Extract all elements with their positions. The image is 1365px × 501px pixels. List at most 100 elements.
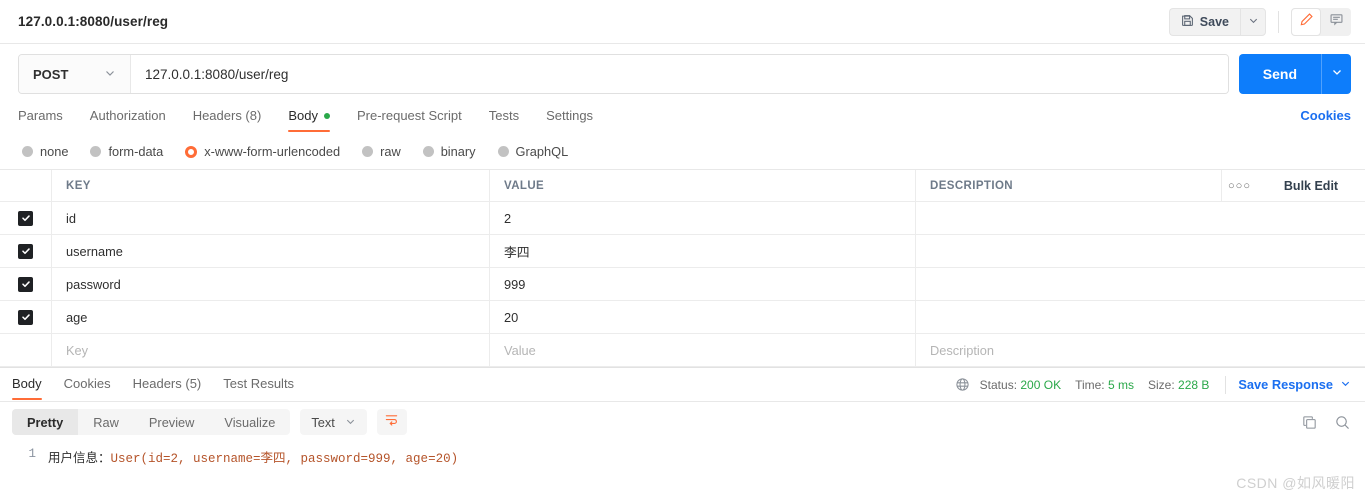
body-type-binary-label: binary: [441, 144, 476, 159]
tab-params[interactable]: Params: [18, 108, 63, 132]
body-type-graphql[interactable]: GraphQL: [498, 144, 569, 159]
tab-body[interactable]: Body: [288, 108, 330, 132]
tab-pre-request-script-label: Pre-request Script: [357, 108, 462, 123]
response-body-line: 用户信息：User(id=2, username=李四, password=99…: [48, 447, 458, 466]
method-url-group: POST 127.0.0.1:8080/user/reg: [18, 54, 1229, 94]
word-wrap-button[interactable]: [377, 409, 407, 435]
response-viewer-toolbar: Pretty Raw Preview Visualize Text: [0, 402, 1365, 442]
url-input[interactable]: 127.0.0.1:8080/user/reg: [131, 55, 1228, 93]
line-number: 1: [0, 447, 48, 466]
response-body-viewer: 1 用户信息：User(id=2, username=李四, password=…: [0, 442, 1365, 466]
radio-selected-icon: [185, 146, 197, 158]
request-tab-title: 127.0.0.1:8080/user/reg: [18, 14, 168, 29]
row-key: id: [66, 211, 76, 226]
table-row: username 李四: [0, 235, 1365, 268]
response-tab-test-results[interactable]: Test Results: [223, 370, 294, 400]
edit-mode-button[interactable]: [1291, 8, 1321, 36]
view-mode-visualize[interactable]: Visualize: [209, 409, 290, 435]
bulk-edit-button[interactable]: Bulk Edit: [1257, 170, 1365, 201]
body-type-none-label: none: [40, 144, 68, 159]
row-checkbox-cell: [0, 235, 52, 267]
watermark: CSDN @如风暖阳: [1236, 473, 1355, 493]
response-format-select[interactable]: Text: [300, 409, 366, 435]
response-body-code: User(id=2, username=李四, password=999, ag…: [111, 452, 459, 466]
response-tab-cookies[interactable]: Cookies: [64, 370, 111, 400]
save-button-group: Save: [1169, 8, 1266, 36]
view-mode-raw[interactable]: Raw: [78, 409, 134, 435]
size-value: 228 B: [1178, 378, 1209, 392]
send-options-caret[interactable]: [1321, 54, 1351, 94]
checkbox-checked-icon[interactable]: [18, 310, 33, 325]
postman-window: 127.0.0.1:8080/user/reg Save: [0, 0, 1365, 501]
pencil-icon: [1299, 12, 1314, 32]
size-text: Size: 228 B: [1148, 378, 1209, 392]
response-format-value: Text: [311, 415, 334, 430]
search-icon[interactable]: [1334, 414, 1351, 431]
comment-icon: [1329, 12, 1344, 32]
body-type-x-www-form-urlencoded[interactable]: x-www-form-urlencoded: [185, 144, 340, 159]
response-tab-body[interactable]: Body: [12, 370, 42, 400]
request-tabs: Params Authorization Headers (8) Body Pr…: [0, 104, 1365, 136]
word-wrap-icon: [384, 412, 399, 432]
tab-headers-label: Headers (8): [193, 108, 262, 123]
ellipsis-icon[interactable]: ○○○: [1221, 170, 1257, 201]
size-label: Size:: [1148, 378, 1175, 392]
http-method-select[interactable]: POST: [19, 55, 131, 93]
tab-headers[interactable]: Headers (8): [193, 108, 262, 132]
view-mode-pretty[interactable]: Pretty: [12, 409, 78, 435]
tab-params-label: Params: [18, 108, 63, 123]
save-response-label: Save Response: [1238, 377, 1333, 392]
row-key: age: [66, 310, 87, 325]
row-value: 20: [504, 310, 518, 325]
body-type-form-data[interactable]: form-data: [90, 144, 163, 159]
response-tab-headers[interactable]: Headers (5): [133, 370, 202, 400]
body-type-raw-label: raw: [380, 144, 401, 159]
status-value: 200 OK: [1020, 378, 1061, 392]
toolbar-divider: [1278, 11, 1279, 33]
radio-icon: [423, 146, 434, 157]
view-mode-preview[interactable]: Preview: [134, 409, 210, 435]
top-bar: 127.0.0.1:8080/user/reg Save: [0, 0, 1365, 44]
row-key: username: [66, 244, 123, 259]
save-button[interactable]: Save: [1169, 8, 1240, 36]
send-button-group: Send: [1239, 54, 1351, 94]
globe-icon: [955, 377, 970, 392]
row-value: 2: [504, 211, 511, 226]
response-view-modes: Pretty Raw Preview Visualize: [12, 409, 290, 435]
radio-icon: [22, 146, 33, 157]
cookies-link[interactable]: Cookies: [1300, 108, 1351, 132]
tab-authorization[interactable]: Authorization: [90, 108, 166, 132]
comments-button[interactable]: [1321, 8, 1351, 36]
save-options-caret[interactable]: [1240, 8, 1266, 36]
row-key: password: [66, 277, 121, 292]
table-empty-row: Key Value Description: [0, 334, 1365, 367]
checkbox-checked-icon[interactable]: [18, 211, 33, 226]
view-mode-toggle: [1291, 8, 1351, 36]
body-modified-dot-icon: [324, 113, 330, 119]
chevron-down-icon: [104, 67, 116, 82]
send-button[interactable]: Send: [1239, 54, 1321, 94]
header-value: VALUE: [490, 170, 916, 201]
checkbox-checked-icon[interactable]: [18, 277, 33, 292]
header-key: KEY: [52, 170, 490, 201]
checkbox-checked-icon[interactable]: [18, 244, 33, 259]
tab-tests[interactable]: Tests: [489, 108, 519, 132]
save-response-button[interactable]: Save Response: [1238, 377, 1351, 392]
body-type-raw[interactable]: raw: [362, 144, 401, 159]
empty-row-checkbox-cell: [0, 334, 52, 366]
radio-icon: [362, 146, 373, 157]
copy-icon[interactable]: [1301, 414, 1318, 431]
body-type-none[interactable]: none: [22, 144, 68, 159]
row-value: 李四: [504, 242, 530, 261]
tab-settings[interactable]: Settings: [546, 108, 593, 132]
params-table: KEY VALUE DESCRIPTION ○○○ Bulk Edit id 2…: [0, 169, 1365, 367]
chevron-down-icon: [1248, 13, 1259, 31]
body-type-binary[interactable]: binary: [423, 144, 476, 159]
tab-tests-label: Tests: [489, 108, 519, 123]
header-checkbox-cell: [0, 170, 52, 201]
tab-pre-request-script[interactable]: Pre-request Script: [357, 108, 462, 132]
body-type-x-www-form-urlencoded-label: x-www-form-urlencoded: [204, 144, 340, 159]
status-label: Status:: [980, 378, 1017, 392]
table-header-row: KEY VALUE DESCRIPTION ○○○ Bulk Edit: [0, 170, 1365, 202]
header-description: DESCRIPTION: [916, 170, 1221, 201]
